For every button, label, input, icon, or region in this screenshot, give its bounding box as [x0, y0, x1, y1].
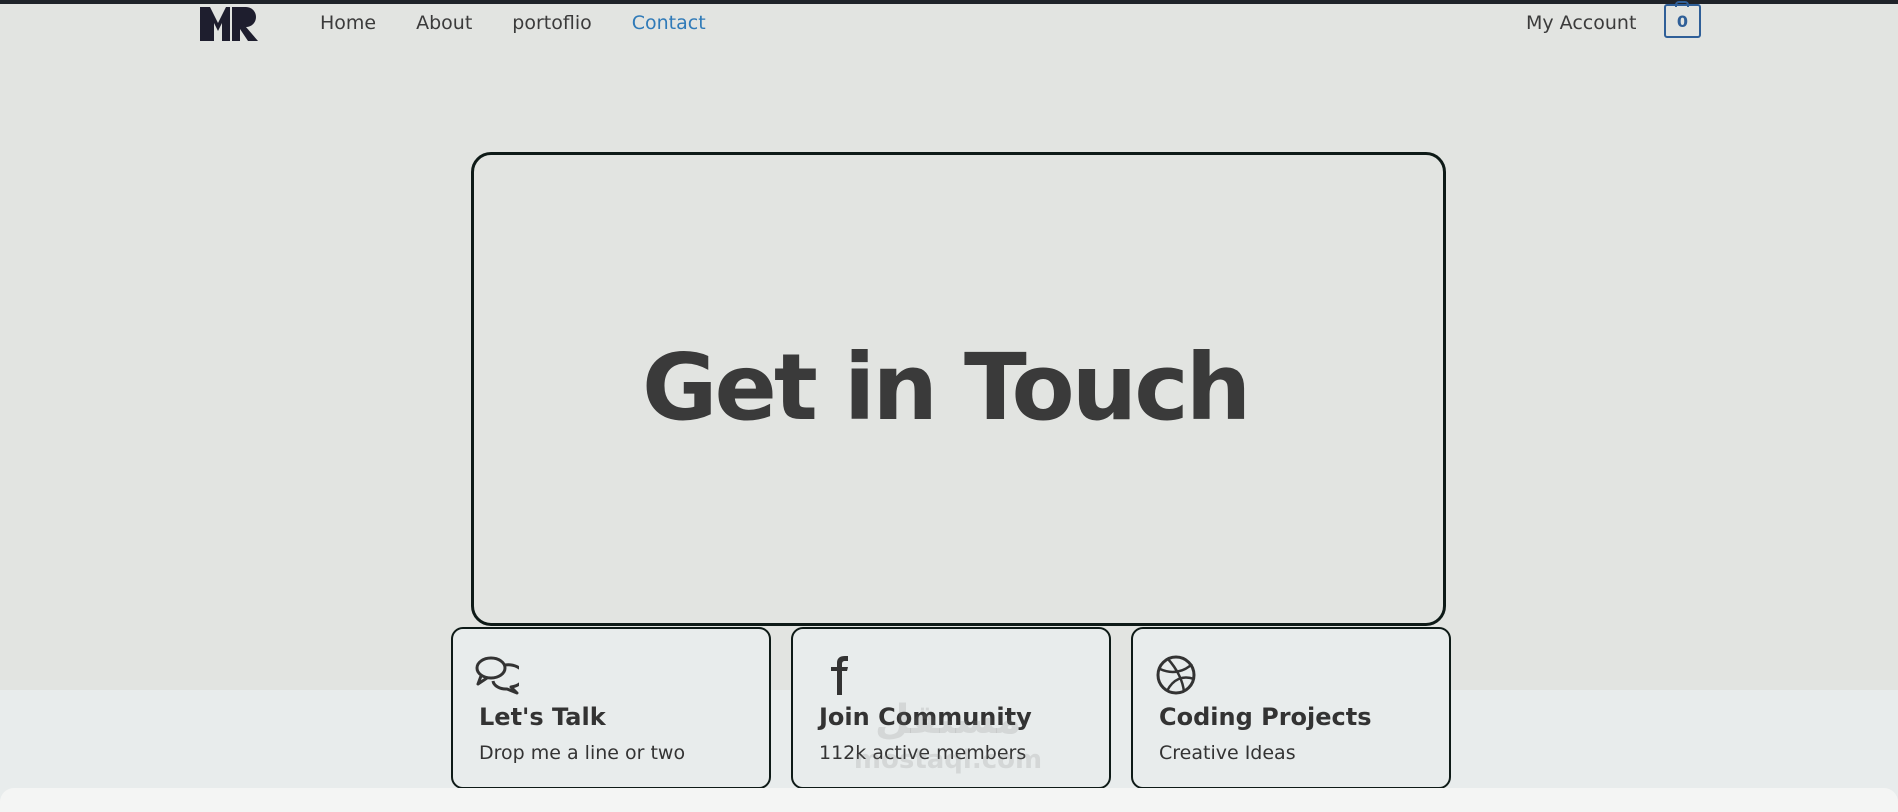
nav-portfolio[interactable]: portoflio	[512, 12, 591, 34]
nav-about[interactable]: About	[416, 12, 472, 34]
facebook-icon	[831, 656, 848, 695]
card-title: Let's Talk	[479, 703, 606, 731]
cart-button[interactable]: 0	[1664, 4, 1701, 38]
card-lets-talk[interactable]: Let's Talk Drop me a line or two	[451, 627, 771, 789]
my-account-link[interactable]: My Account	[1526, 12, 1636, 34]
bottom-panel	[0, 788, 1898, 812]
card-subtitle: 112k active members	[819, 742, 1027, 764]
card-subtitle: Creative Ideas	[1159, 742, 1296, 764]
card-title: Coding Projects	[1159, 703, 1372, 731]
card-subtitle: Drop me a line or two	[479, 742, 686, 764]
dribbble-icon	[1156, 655, 1196, 695]
nav-home[interactable]: Home	[320, 12, 376, 34]
card-join-community[interactable]: Join Community 112k active members	[791, 627, 1111, 789]
page-title: Get in Touch	[642, 334, 1251, 441]
nav-contact[interactable]: Contact	[632, 12, 706, 34]
main-nav: Home About portoflio Contact	[320, 12, 706, 34]
card-coding-projects[interactable]: Coding Projects Creative Ideas	[1131, 627, 1451, 789]
logo-icon[interactable]	[200, 7, 258, 41]
card-title: Join Community	[819, 703, 1032, 731]
site-header: Home About portoflio Contact My Account	[0, 4, 1898, 48]
cart-count: 0	[1676, 11, 1689, 31]
chat-bubbles-icon	[475, 656, 519, 695]
